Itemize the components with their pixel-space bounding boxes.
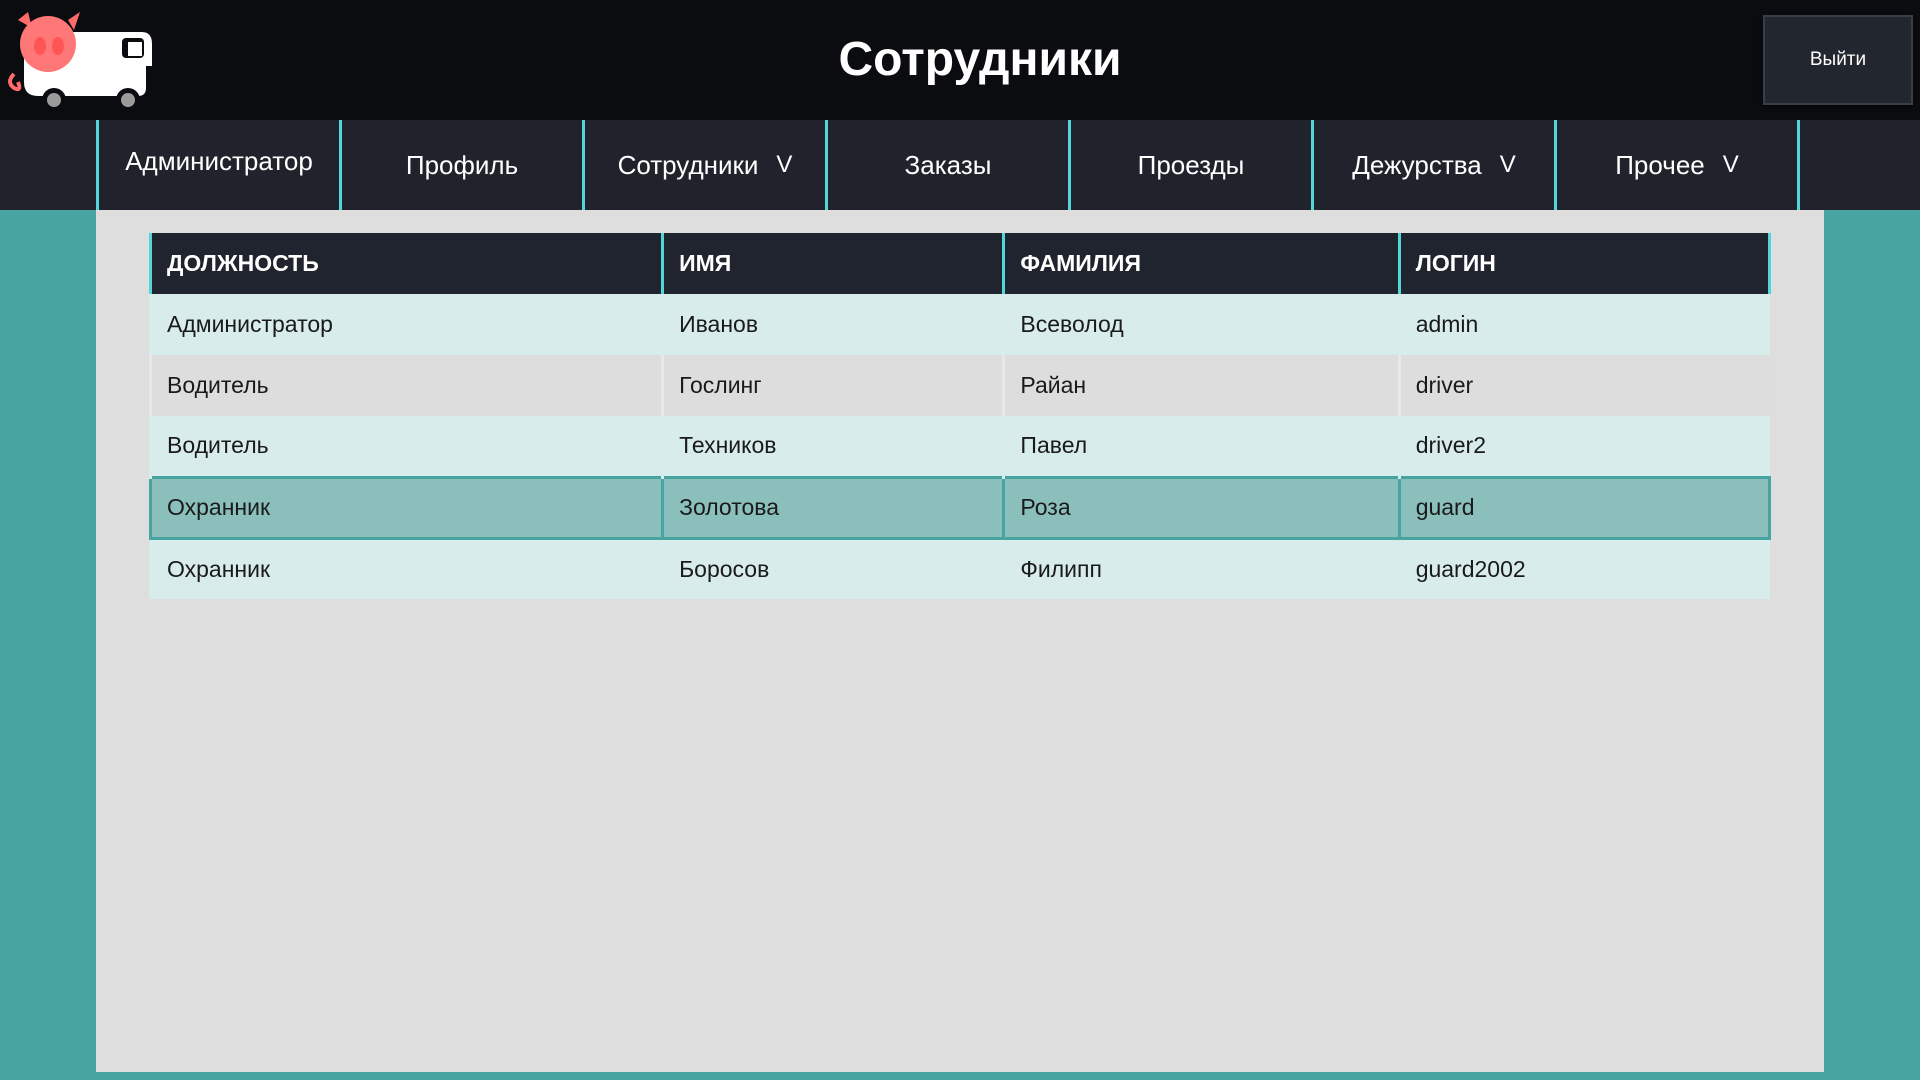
column-header-position[interactable]: ДОЛЖНОСТЬ — [148, 233, 665, 294]
top-header: Сотрудники Выйти — [0, 0, 1920, 120]
cell-name: Гослинг — [661, 355, 1004, 416]
cell-surname: Райан — [1002, 355, 1400, 416]
cell-login: guard2002 — [1397, 538, 1770, 599]
column-header-name[interactable]: ИМЯ — [661, 233, 1006, 294]
nav-item-employees[interactable]: Сотрудники V — [585, 120, 828, 210]
cell-surname: Всеволод — [1002, 294, 1400, 355]
employees-table: ДОЛЖНОСТЬ ИМЯ ФАМИЛИЯ ЛОГИН Администрато… — [148, 233, 1772, 599]
cell-position: Охранник — [148, 475, 663, 540]
nav-item-label: Профиль — [405, 149, 519, 180]
cell-position: Водитель — [148, 416, 663, 477]
cell-name: Техников — [661, 416, 1004, 477]
cell-surname: Павел — [1002, 416, 1400, 477]
table-header-row: ДОЛЖНОСТЬ ИМЯ ФАМИЛИЯ ЛОГИН — [148, 233, 1772, 294]
nav-item-orders[interactable]: Заказы — [828, 120, 1071, 210]
cell-login: driver2 — [1397, 416, 1770, 477]
nav-item-profile[interactable]: Профиль — [342, 120, 585, 210]
main-navigation: Администратор Профиль Сотрудники V Заказ… — [0, 120, 1920, 210]
chevron-down-icon: V — [1499, 151, 1516, 178]
nav-list: Администратор Профиль Сотрудники V Заказ… — [96, 120, 1800, 210]
nav-item-label: Дежурства — [1352, 149, 1482, 180]
cell-surname: Роза — [1002, 475, 1400, 540]
nav-item-label: Администратор — [125, 146, 313, 176]
cell-login: admin — [1397, 294, 1770, 355]
cell-name: Боросов — [661, 538, 1004, 599]
table-row[interactable]: Администратор Иванов Всеволод admin — [148, 294, 1770, 355]
cell-login: driver — [1397, 355, 1770, 416]
table-row-selected[interactable]: Охранник Золотова Роза guard — [148, 475, 1772, 540]
table-row[interactable]: Водитель Техников Павел driver2 — [148, 416, 1770, 477]
nav-item-label: Сотрудники — [617, 149, 759, 180]
cell-position: Водитель — [148, 355, 663, 416]
column-header-login[interactable]: ЛОГИН — [1397, 233, 1772, 294]
nav-item-label: Проезды — [1137, 149, 1245, 180]
nav-item-label: Прочее — [1615, 149, 1705, 180]
cell-surname: Филипп — [1002, 538, 1400, 599]
cell-position: Администратор — [148, 294, 663, 355]
nav-item-other[interactable]: Прочее V — [1557, 120, 1800, 210]
table-row[interactable]: Охранник Боросов Филипп guard2002 — [148, 538, 1770, 599]
nav-item-label: Заказы — [904, 149, 992, 180]
content-panel: ДОЛЖНОСТЬ ИМЯ ФАМИЛИЯ ЛОГИН Администрато… — [96, 210, 1824, 1072]
cell-name: Иванов — [661, 294, 1004, 355]
page-title: Сотрудники — [838, 33, 1122, 86]
nav-item-duties[interactable]: Дежурства V — [1314, 120, 1557, 210]
table-row[interactable]: Водитель Гослинг Райан driver — [148, 355, 1770, 416]
column-header-surname[interactable]: ФАМИЛИЯ — [1002, 233, 1401, 294]
nav-item-administrator[interactable]: Администратор — [99, 120, 342, 210]
logout-button[interactable]: Выйти — [1763, 15, 1913, 105]
cell-login: guard — [1397, 475, 1772, 540]
cell-name: Золотова — [661, 475, 1004, 540]
chevron-down-icon: V — [776, 151, 793, 178]
cell-position: Охранник — [148, 538, 663, 599]
nav-item-passes[interactable]: Проезды — [1071, 120, 1314, 210]
chevron-down-icon: V — [1722, 151, 1739, 178]
